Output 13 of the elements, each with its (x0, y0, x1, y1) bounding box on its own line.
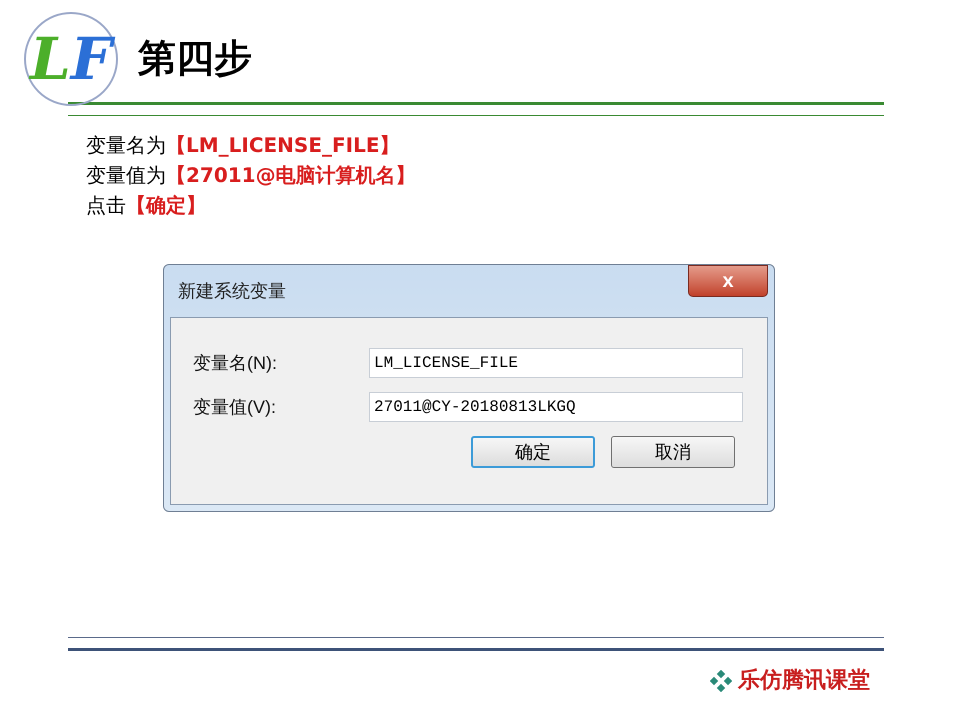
dialog-button[interactable]: 确定 (471, 436, 595, 468)
diamond-cluster-icon (710, 670, 732, 692)
window-title: 新建系统变量 (178, 280, 286, 302)
slide-title: 第四步 (138, 36, 252, 82)
instruction-line: 点击【确定】 (86, 192, 207, 219)
field-label: 变量名(N): (193, 352, 278, 375)
field-label: 变量值(V): (193, 396, 277, 419)
dialog-button[interactable]: 取消 (611, 436, 735, 468)
footer-brand: 乐仿腾讯课堂 (738, 666, 870, 695)
instruction-line: 变量值为【27011@电脑计算机名】 (86, 162, 417, 189)
text-field[interactable]: 27011@CY-20180813LKGQ (369, 392, 743, 422)
instruction-line: 变量名为【LM_LICENSE_FILE】 (86, 132, 400, 159)
text-field[interactable]: LM_LICENSE_FILE (369, 348, 743, 378)
